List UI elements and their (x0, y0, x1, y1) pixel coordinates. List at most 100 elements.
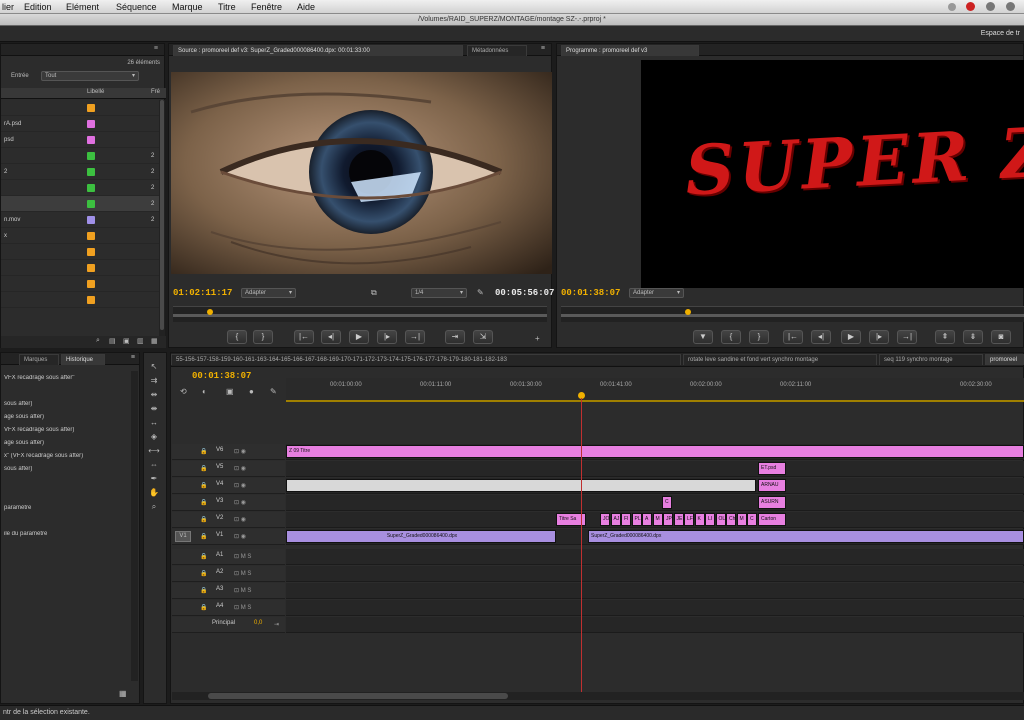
clip-v4-grey[interactable] (286, 479, 756, 492)
clip-v2-small[interactable]: M (736, 513, 747, 526)
col-fr[interactable]: Fré (151, 89, 160, 95)
menu-sequence[interactable]: Séquence (116, 2, 157, 12)
lift-button[interactable]: ⇞ (935, 330, 955, 344)
step-forward-button[interactable]: |▸ (377, 330, 397, 344)
tab-program[interactable]: Programme : promoreel def v3 (561, 45, 699, 56)
project-item[interactable] (1, 292, 161, 308)
program-playhead[interactable] (685, 309, 691, 315)
label-color-chip[interactable] (87, 232, 95, 240)
mark-in-button[interactable]: { (227, 330, 247, 344)
clip-v2-small[interactable]: JO (600, 513, 610, 526)
tab-history[interactable]: Historique (61, 354, 105, 365)
label-color-chip[interactable] (87, 248, 95, 256)
clip-v2-small[interactable]: JE (673, 513, 684, 526)
wrench-icon[interactable]: ✎ (477, 288, 484, 297)
clip-v2-small[interactable]: AJ (610, 513, 621, 526)
timeline-timecode[interactable]: 00:01:38:07 (192, 371, 251, 381)
clip-v2-small[interactable]: K (694, 513, 705, 526)
source-patch-v1[interactable]: V1 (175, 531, 191, 542)
source-res-select[interactable]: 1/4 ▾ (411, 288, 467, 298)
history-item[interactable]: VFX recadrage sous after) (1, 427, 139, 433)
add-button-icon[interactable]: + (535, 334, 540, 343)
clip-v2-small[interactable]: JP (663, 513, 673, 526)
menu-title[interactable]: Titre (218, 2, 236, 12)
col-usage[interactable]: Libellé (87, 89, 104, 95)
label-color-chip[interactable] (87, 280, 95, 288)
menu-element[interactable]: Elément (66, 2, 99, 12)
clip-v2-small[interactable]: A (642, 513, 652, 526)
slip-tool-icon[interactable]: ⟷ (148, 445, 160, 456)
new-item-icon[interactable]: ▣ (123, 337, 130, 345)
project-item[interactable] (1, 100, 161, 116)
clip-v1-b[interactable]: SuperZ_Graded000086400.dpx (588, 530, 1024, 543)
source-scrubber[interactable] (173, 306, 547, 322)
trash-icon[interactable]: ▦ (119, 689, 127, 698)
selection-tool-icon[interactable]: ↖ (148, 361, 160, 372)
menu-file[interactable]: lier (2, 2, 14, 12)
source-video-frame[interactable] (171, 72, 552, 274)
mark-out-button[interactable]: } (253, 330, 273, 344)
trash-icon[interactable]: ▦ (151, 337, 158, 345)
history-item[interactable]: VFX recadrage sous after" (1, 375, 139, 381)
menu-marker[interactable]: Marque (172, 2, 203, 12)
add-marker-icon[interactable]: ▣ (226, 387, 234, 396)
tab-source[interactable]: Source : promoreel def v3: SuperZ_Graded… (173, 45, 463, 56)
tab-seq-119[interactable]: seq 119 synchro montage (879, 354, 983, 365)
export-frame-button[interactable]: ◙ (991, 330, 1011, 344)
tab-seq-rotate[interactable]: rotate leve sandine et fond vert synchro… (683, 354, 877, 365)
project-item[interactable]: x (1, 228, 161, 244)
panel-menu-icon[interactable]: ≡ (154, 45, 158, 52)
menu-window[interactable]: Fenêtre (251, 2, 282, 12)
clip-v2-small[interactable]: PL (631, 513, 642, 526)
add-marker-button[interactable]: ▼ (693, 330, 713, 344)
history-scrollbar[interactable] (131, 371, 138, 681)
program-scrubber[interactable] (561, 306, 1024, 322)
history-item[interactable]: sous after) (1, 401, 139, 407)
zoom-icon[interactable]: ⌕ (96, 337, 100, 345)
source-timecode[interactable]: 01:02:11:17 (173, 288, 232, 298)
marker-dot-icon[interactable]: ● (249, 387, 254, 396)
clip-v3-c[interactable]: C (662, 496, 672, 509)
clip-v2-small[interactable]: LI (705, 513, 715, 526)
project-item[interactable] (1, 260, 161, 276)
tab-metadata[interactable]: Métadonnées (467, 45, 527, 56)
clip-v2-small[interactable]: M (652, 513, 663, 526)
program-timecode[interactable]: 00:01:38:07 (561, 288, 620, 298)
timeline-hscroll[interactable] (172, 692, 1024, 700)
timeline-settings-icon[interactable]: ✎ (270, 387, 277, 396)
mark-in-button[interactable]: { (721, 330, 741, 344)
step-forward-button[interactable]: |▸ (869, 330, 889, 344)
label-color-chip[interactable] (87, 296, 95, 304)
label-color-chip[interactable] (87, 168, 95, 176)
label-color-chip[interactable] (87, 120, 95, 128)
history-item[interactable]: x" (VFX recadrage sous after) (1, 453, 139, 459)
program-fit-select[interactable]: Adapter ▾ (629, 288, 684, 298)
history-item[interactable]: age sous after) (1, 414, 139, 420)
rate-stretch-tool-icon[interactable]: ↔ (148, 417, 160, 428)
menu-edit[interactable]: Edition (24, 2, 52, 12)
project-item[interactable]: 22 (1, 164, 161, 180)
project-item[interactable] (1, 276, 161, 292)
master-volume[interactable]: 0,0 (254, 620, 262, 626)
rolling-edit-tool-icon[interactable]: ⇼ (148, 403, 160, 414)
history-item[interactable]: ile du paramètre (1, 531, 139, 537)
project-scrollbar[interactable] (159, 100, 165, 336)
link-icon[interactable]: ◐ (202, 387, 207, 396)
play-button[interactable]: ▶ (841, 330, 861, 344)
project-item[interactable]: psd (1, 132, 161, 148)
project-item[interactable]: 2 (1, 196, 161, 212)
workspace-label[interactable]: Espace de tr (981, 30, 1020, 37)
project-item[interactable]: 2 (1, 148, 161, 164)
razor-tool-icon[interactable]: ◈ (148, 431, 160, 442)
history-item[interactable]: age sous after) (1, 440, 139, 446)
tab-seq-promoreel[interactable]: promoreel (985, 354, 1024, 365)
history-item[interactable]: sous after) (1, 466, 139, 472)
clip-v6-title[interactable]: Z 09 Titre (286, 445, 1024, 458)
history-item[interactable]: paramètre (1, 505, 139, 511)
tab-seq-numbers[interactable]: 55-156-157-158-159-160-161-163-164-165-1… (171, 354, 681, 365)
tab-markers[interactable]: Marques (19, 354, 59, 365)
program-video-frame[interactable]: SUPER Z (641, 60, 1024, 288)
goto-out-button[interactable]: →| (405, 330, 425, 344)
hand-tool-icon[interactable]: ✋ (148, 487, 160, 498)
goto-in-button[interactable]: |← (294, 330, 314, 344)
